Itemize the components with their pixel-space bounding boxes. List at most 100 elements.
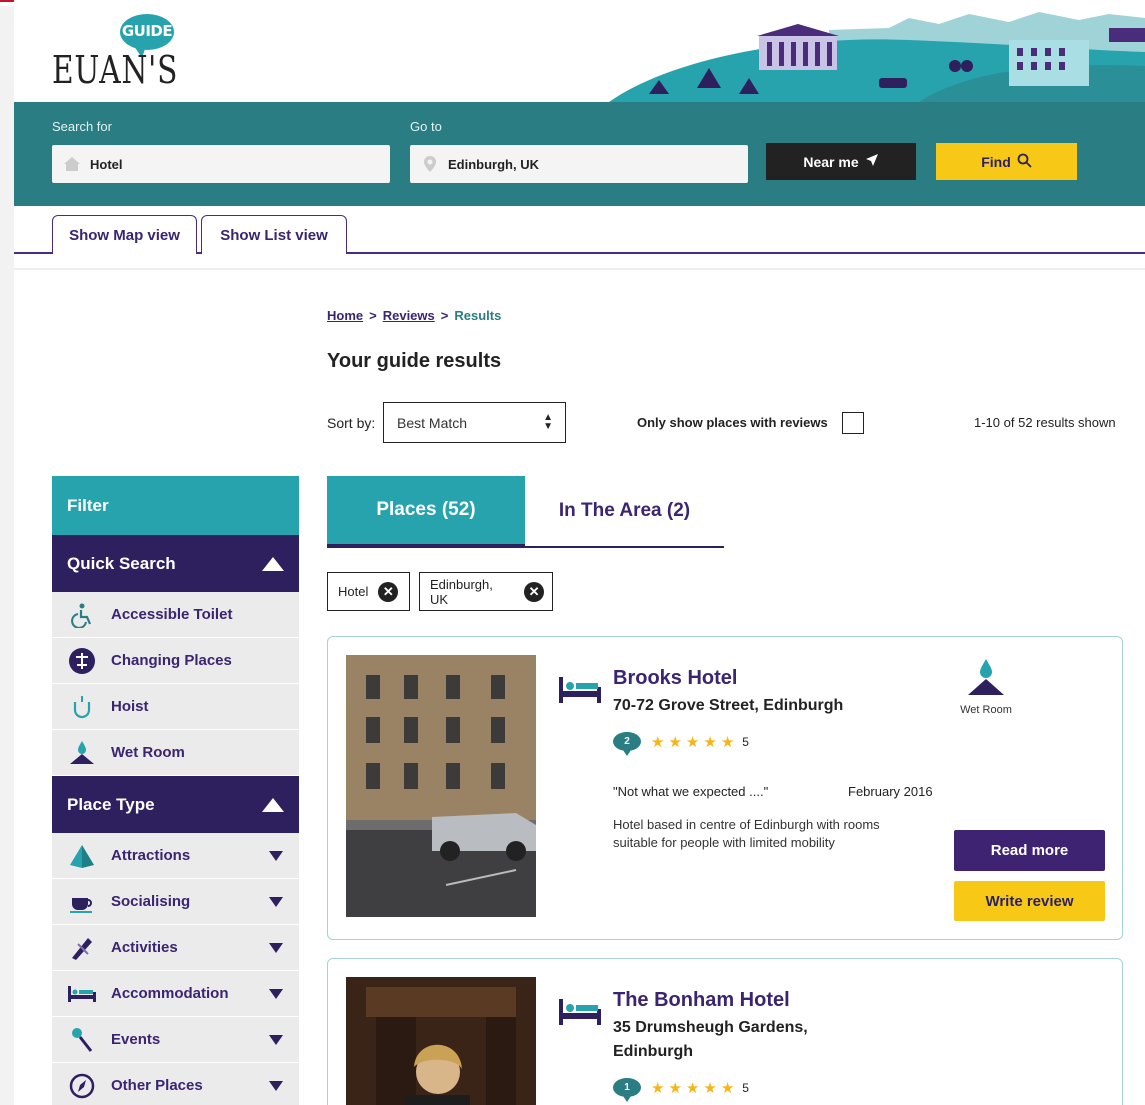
breadcrumb-separator: > (440, 308, 449, 323)
accommodation-bed-icon (558, 997, 602, 1027)
star-icon: ★ (651, 733, 665, 751)
tab-show-list-view[interactable]: Show List view (201, 215, 347, 254)
logo-guide-text: GUIDE (121, 22, 173, 40)
result-address: 35 Drumsheugh Gardens, Edinburgh (613, 1019, 808, 1060)
star-icon: ★ (703, 733, 717, 751)
search-for-value: Hotel (90, 156, 123, 172)
tab-show-map-view[interactable]: Show Map view (52, 215, 197, 254)
breadcrumb-home[interactable]: Home (327, 308, 363, 323)
place-type-label: Attractions (111, 847, 191, 864)
feature-label: Wet Room (960, 704, 1012, 716)
page-title: Your guide results (327, 350, 502, 372)
socialising-icon (67, 887, 97, 917)
header-illustration (589, 0, 1145, 102)
logo-name-text: EUAN'S (52, 48, 179, 92)
breadcrumb-reviews[interactable]: Reviews (383, 308, 435, 323)
sort-by-label: Sort by: (327, 415, 376, 431)
search-icon (1017, 153, 1032, 171)
filter-header: Filter (52, 476, 299, 535)
star-icon: ★ (703, 1079, 717, 1097)
review-quote: "Not what we expected ...." (613, 784, 769, 799)
search-for-label: Search for (52, 119, 112, 134)
location-pin-icon (420, 154, 440, 174)
activities-icon (67, 933, 97, 963)
star-icon: ★ (651, 1079, 665, 1097)
expand-down-icon (269, 1035, 283, 1045)
site-logo[interactable]: GUIDE EUAN'S (52, 14, 192, 94)
accommodation-icon (67, 979, 97, 1009)
place-type-socialising[interactable]: Socialising (52, 879, 299, 925)
write-review-button[interactable]: Write review (954, 881, 1105, 921)
navigation-arrow-icon (865, 153, 879, 170)
expand-down-icon (269, 989, 283, 999)
page: GUIDE EUAN'S Search for Hotel Go to Edin… (14, 0, 1145, 1105)
review-count-badge: 2 (613, 732, 641, 756)
breadcrumb-current: Results (454, 308, 502, 323)
quick-search-title: Quick Search (67, 553, 176, 573)
go-to-label: Go to (410, 119, 442, 134)
expand-down-icon (269, 1081, 283, 1091)
events-icon (67, 1025, 97, 1055)
place-type-events[interactable]: Events (52, 1017, 299, 1063)
section-divider (14, 268, 1145, 270)
star-icon: ★ (720, 733, 735, 751)
remove-chip-icon[interactable]: ✕ (524, 581, 544, 602)
hotel-photo[interactable] (346, 655, 536, 917)
place-type-toggle[interactable]: Place Type (52, 776, 299, 833)
result-card: The Bonham Hotel 35 Drumsheugh Gardens, … (327, 958, 1123, 1105)
result-name[interactable]: The Bonham Hotel (613, 989, 790, 1012)
quick-search-hoist[interactable]: Hoist (52, 684, 299, 730)
tab-places[interactable]: Places (52) (327, 476, 525, 548)
expand-down-icon (269, 851, 283, 861)
find-label: Find (981, 153, 1011, 170)
place-type-accommodation[interactable]: Accommodation (52, 971, 299, 1017)
go-to-input[interactable]: Edinburgh, UK (410, 145, 748, 183)
star-icon: ★ (685, 733, 700, 751)
other-places-icon (67, 1071, 97, 1101)
quick-search-label: Accessible Toilet (111, 606, 233, 623)
place-type-activities[interactable]: Activities (52, 925, 299, 971)
wet-room-icon (67, 738, 97, 768)
near-me-button[interactable]: Near me (766, 143, 916, 180)
remove-chip-icon[interactable]: ✕ (378, 581, 399, 602)
results-count: 1-10 of 52 results shown (974, 415, 1116, 430)
place-type-label: Events (111, 1031, 161, 1048)
result-rating: 1 ★ ★ ★ ★ ★ 5 (613, 1078, 749, 1102)
search-for-input[interactable]: Hotel (52, 145, 390, 183)
place-type-title: Place Type (67, 794, 155, 814)
quick-search-toggle[interactable]: Quick Search (52, 535, 299, 592)
chip-label: Hotel (338, 584, 369, 599)
hotel-photo[interactable] (346, 977, 536, 1105)
star-icon: ★ (668, 733, 682, 751)
place-type-other-places[interactable]: Other Places (52, 1063, 299, 1105)
only-reviews-checkbox[interactable] (842, 412, 864, 434)
place-type-attractions[interactable]: Attractions (52, 833, 299, 879)
rating-value: 5 (742, 734, 749, 749)
attractions-icon (67, 841, 97, 871)
breadcrumb: Home > Reviews > Results (327, 308, 501, 323)
quick-search-label: Changing Places (111, 652, 232, 669)
quick-search-accessible-toilet[interactable]: Accessible Toilet (52, 592, 299, 638)
expand-down-icon (269, 943, 283, 953)
near-me-label: Near me (803, 153, 859, 170)
read-more-button[interactable]: Read more (954, 830, 1105, 871)
filter-chip-location[interactable]: Edinburgh, UK ✕ (419, 572, 553, 611)
collapse-up-icon (262, 556, 284, 571)
find-button[interactable]: Find (936, 143, 1077, 180)
place-type-label: Accommodation (111, 985, 229, 1002)
quick-search-changing-places[interactable]: Changing Places (52, 638, 299, 684)
result-description: Hotel based in centre of Edinburgh with … (613, 817, 880, 850)
result-address: 70-72 Grove Street, Edinburgh (613, 697, 844, 714)
sort-select[interactable]: Best Match ▲ ▼ (383, 402, 566, 443)
wet-room-icon (968, 659, 1004, 695)
hoist-icon (67, 692, 97, 722)
quick-search-wet-room[interactable]: Wet Room (52, 730, 299, 776)
filter-chip-hotel[interactable]: Hotel ✕ (327, 572, 410, 611)
star-icon: ★ (685, 1079, 700, 1097)
result-name[interactable]: Brooks Hotel (613, 667, 737, 690)
tab-in-the-area[interactable]: In The Area (2) (525, 476, 724, 548)
feature-wet-room: Wet Room (960, 657, 1012, 716)
star-icon: ★ (668, 1079, 682, 1097)
sort-arrows-icon: ▲ ▼ (543, 412, 553, 432)
accessible-toilet-icon (67, 600, 97, 630)
